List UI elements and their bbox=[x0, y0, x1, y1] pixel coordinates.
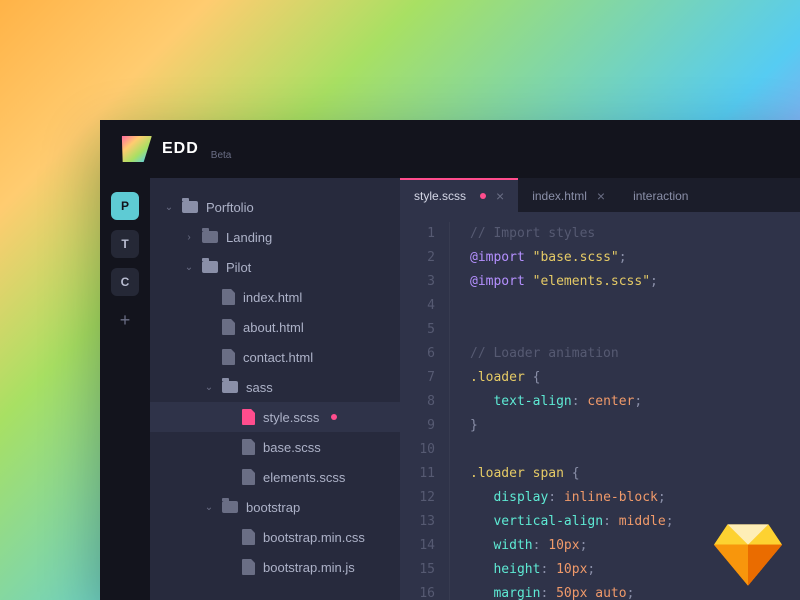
rail-project-t[interactable]: T bbox=[111, 230, 139, 258]
code-string: "elements.scss" bbox=[533, 274, 650, 289]
rail-project-c[interactable]: C bbox=[111, 268, 139, 296]
code-comment: // Import styles bbox=[470, 226, 595, 241]
folder-icon bbox=[202, 261, 218, 273]
app-window: EDD Beta P T C + ⌄ Porftolio › Landing ⌄ bbox=[100, 120, 800, 600]
code-prop: text-align bbox=[493, 394, 571, 409]
code-prop: margin bbox=[493, 586, 540, 600]
file-icon bbox=[222, 289, 235, 305]
file-elements-scss[interactable]: elements.scss bbox=[150, 462, 400, 492]
app-header: EDD Beta bbox=[100, 120, 800, 178]
code-value: 10px bbox=[548, 538, 579, 553]
chevron-down-icon: ⌄ bbox=[204, 502, 214, 513]
add-project-button[interactable]: + bbox=[120, 310, 131, 331]
file-icon bbox=[242, 469, 255, 485]
folder-landing[interactable]: › Landing bbox=[150, 222, 400, 252]
file-icon bbox=[242, 439, 255, 455]
code-keyword: @import bbox=[470, 250, 525, 265]
code-value: 50px auto bbox=[556, 586, 626, 600]
file-icon bbox=[242, 559, 255, 575]
tab-interaction[interactable]: interaction bbox=[619, 178, 702, 212]
file-contact-html[interactable]: contact.html bbox=[150, 342, 400, 372]
close-icon[interactable]: × bbox=[597, 188, 605, 204]
code-prop: vertical-align bbox=[493, 514, 603, 529]
folder-bootstrap[interactable]: ⌄ bootstrap bbox=[150, 492, 400, 522]
folder-label: Pilot bbox=[226, 260, 251, 275]
file-label: elements.scss bbox=[263, 470, 345, 485]
tab-label: interaction bbox=[633, 189, 688, 203]
folder-icon bbox=[182, 201, 198, 213]
code-string: "base.scss" bbox=[533, 250, 619, 265]
file-icon bbox=[242, 529, 255, 545]
tab-index-html[interactable]: index.html × bbox=[518, 178, 619, 212]
code-prop: width bbox=[493, 538, 532, 553]
file-label: bootstrap.min.css bbox=[263, 530, 365, 545]
code-prop: display bbox=[493, 490, 548, 505]
folder-label: Porftolio bbox=[206, 200, 254, 215]
chevron-right-icon: › bbox=[184, 232, 194, 243]
chevron-down-icon: ⌄ bbox=[164, 202, 174, 213]
file-label: contact.html bbox=[243, 350, 313, 365]
folder-label: Landing bbox=[226, 230, 272, 245]
file-icon bbox=[222, 319, 235, 335]
app-logo-icon bbox=[118, 136, 152, 162]
code-selector: .loader bbox=[470, 466, 525, 481]
chevron-down-icon: ⌄ bbox=[184, 262, 194, 273]
tab-bar: style.scss × index.html × interaction bbox=[400, 178, 800, 212]
file-icon bbox=[242, 409, 255, 425]
code-prop: height bbox=[493, 562, 540, 577]
left-rail: P T C + bbox=[100, 178, 150, 600]
tab-label: style.scss bbox=[414, 189, 466, 203]
file-style-scss[interactable]: style.scss bbox=[150, 402, 400, 432]
line-gutter: 1234567891011121314151617 bbox=[400, 222, 450, 600]
code-value: inline-block bbox=[564, 490, 658, 505]
folder-pilot[interactable]: ⌄ Pilot bbox=[150, 252, 400, 282]
code-comment: // Loader animation bbox=[470, 346, 619, 361]
folder-label: sass bbox=[246, 380, 273, 395]
file-label: index.html bbox=[243, 290, 302, 305]
modified-dot-icon bbox=[331, 414, 337, 420]
code-selector: span bbox=[533, 466, 564, 481]
file-label: style.scss bbox=[263, 410, 319, 425]
folder-icon bbox=[202, 231, 218, 243]
code-selector: .loader bbox=[470, 370, 525, 385]
file-label: about.html bbox=[243, 320, 304, 335]
code-value: center bbox=[587, 394, 634, 409]
file-bootstrap-css[interactable]: bootstrap.min.css bbox=[150, 522, 400, 552]
folder-icon bbox=[222, 501, 238, 513]
file-icon bbox=[222, 349, 235, 365]
chevron-down-icon: ⌄ bbox=[204, 382, 214, 393]
sketch-diamond-icon bbox=[714, 524, 782, 586]
file-about-html[interactable]: about.html bbox=[150, 312, 400, 342]
file-label: base.scss bbox=[263, 440, 321, 455]
rail-project-p[interactable]: P bbox=[111, 192, 139, 220]
folder-label: bootstrap bbox=[246, 500, 300, 515]
tab-label: index.html bbox=[532, 189, 587, 203]
modified-dot-icon bbox=[480, 193, 486, 199]
file-index-html[interactable]: index.html bbox=[150, 282, 400, 312]
file-bootstrap-js[interactable]: bootstrap.min.js bbox=[150, 552, 400, 582]
app-beta-label: Beta bbox=[211, 150, 232, 161]
app-title: EDD bbox=[162, 140, 199, 158]
folder-icon bbox=[222, 381, 238, 393]
main-area: P T C + ⌄ Porftolio › Landing ⌄ Pilot bbox=[100, 178, 800, 600]
folder-sass[interactable]: ⌄ sass bbox=[150, 372, 400, 402]
code-value: middle bbox=[619, 514, 666, 529]
file-label: bootstrap.min.js bbox=[263, 560, 355, 575]
folder-portfolio[interactable]: ⌄ Porftolio bbox=[150, 192, 400, 222]
close-icon[interactable]: × bbox=[496, 188, 504, 204]
code-value: 10px bbox=[556, 562, 587, 577]
file-tree: ⌄ Porftolio › Landing ⌄ Pilot index.html… bbox=[150, 178, 400, 600]
code-lines: // Import styles @import "base.scss"; @i… bbox=[450, 222, 674, 600]
tab-style-scss[interactable]: style.scss × bbox=[400, 178, 518, 212]
code-keyword: @import bbox=[470, 274, 525, 289]
file-base-scss[interactable]: base.scss bbox=[150, 432, 400, 462]
